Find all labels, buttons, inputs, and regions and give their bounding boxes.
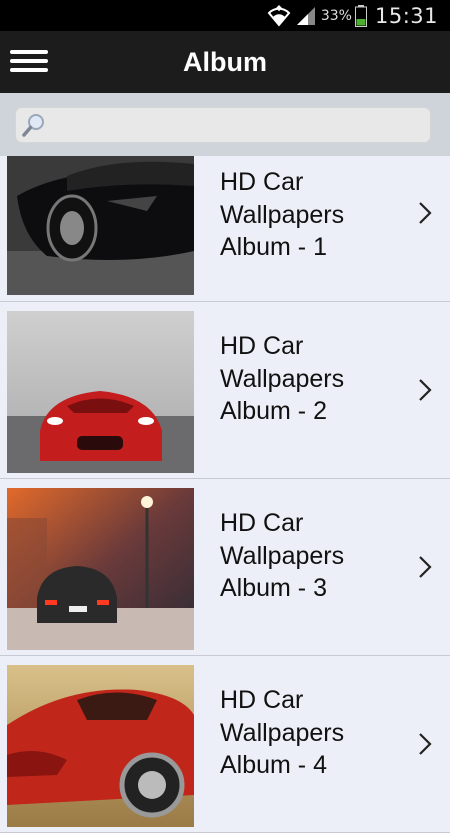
battery-icon	[354, 4, 367, 27]
chevron-right-icon	[419, 202, 432, 224]
album-title: HD Car Wallpapers Album - 1	[220, 168, 345, 261]
search-box[interactable]	[15, 107, 431, 143]
album-thumbnail	[7, 665, 194, 827]
chevron-right-icon	[419, 379, 432, 401]
status-bar: 33% 15:31	[0, 0, 450, 31]
album-title: HD Car Wallpapers Album - 4	[220, 686, 345, 779]
chevron-right-icon	[419, 556, 432, 578]
chevron-right-icon	[419, 733, 432, 755]
album-title: HD Car Wallpapers Album - 3	[220, 509, 345, 602]
clock: 15:31	[374, 3, 438, 28]
list-item[interactable]: HD Car Wallpapers Album - 1	[0, 156, 450, 302]
status-icons: 33% 15:31	[267, 0, 438, 31]
search-icon	[22, 114, 44, 137]
album-title: HD Car Wallpapers Album - 2	[220, 332, 345, 425]
battery-percent: 33%	[320, 7, 352, 24]
album-list: HD Car Wallpapers Album - 1 HD Car Wallp…	[0, 156, 450, 833]
search-input[interactable]	[52, 112, 426, 140]
list-item[interactable]: HD Car Wallpapers Album - 4	[0, 656, 450, 833]
list-item[interactable]: HD Car Wallpapers Album - 2	[0, 302, 450, 479]
album-thumbnail	[7, 311, 194, 473]
hamburger-menu-icon[interactable]	[10, 50, 48, 76]
page-title: Album	[183, 47, 267, 77]
app-bar: Album	[0, 31, 450, 93]
list-item[interactable]: HD Car Wallpapers Album - 3	[0, 479, 450, 656]
album-thumbnail	[7, 488, 194, 650]
wifi-icon	[267, 4, 291, 27]
search-area	[0, 93, 450, 156]
album-thumbnail	[7, 156, 194, 295]
signal-icon	[296, 6, 315, 25]
